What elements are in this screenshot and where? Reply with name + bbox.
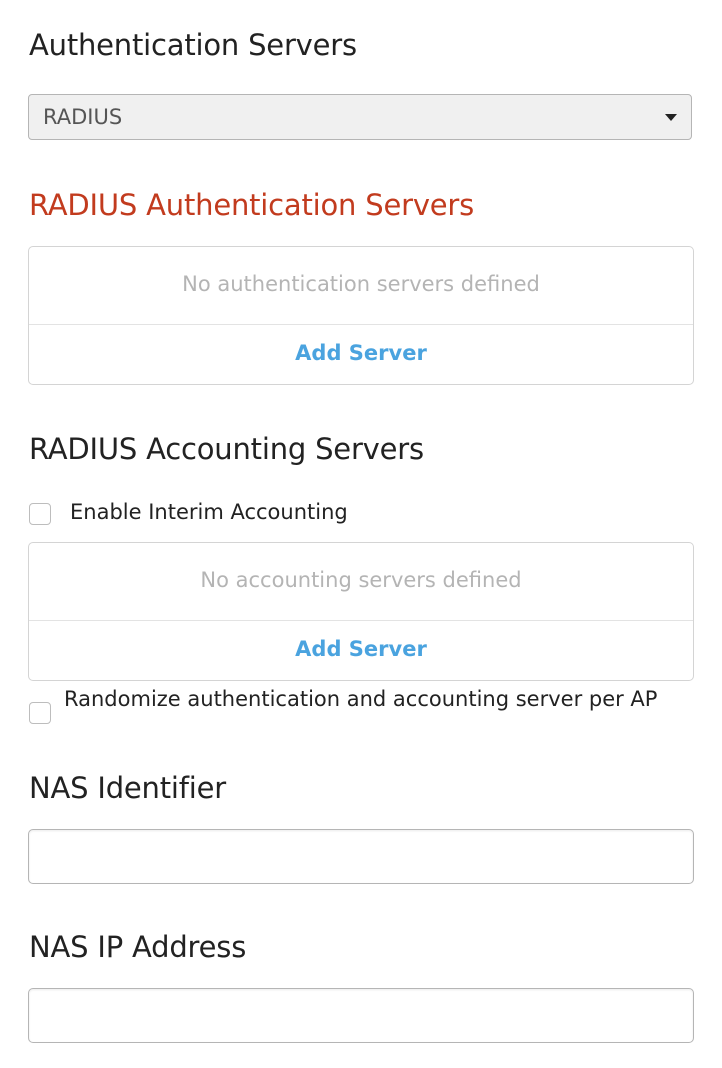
- radius-authentication-servers-heading: RADIUS Authentication Servers: [29, 188, 475, 222]
- randomize-server-checkbox[interactable]: [29, 702, 51, 724]
- randomize-server-label: Randomize authentication and accounting …: [64, 687, 658, 711]
- accounting-servers-empty-message: No accounting servers defined: [200, 568, 522, 592]
- radius-accounting-servers-heading: RADIUS Accounting Servers: [29, 432, 424, 466]
- nas-ip-address-input[interactable]: [28, 988, 694, 1043]
- radius-accounting-server-list: No accounting servers defined Add Server: [28, 542, 694, 681]
- radius-auth-server-list: No authentication servers defined Add Se…: [28, 246, 694, 385]
- nas-identifier-input[interactable]: [28, 829, 694, 884]
- enable-interim-accounting-checkbox[interactable]: [29, 503, 51, 525]
- auth-servers-empty-message: No authentication servers defined: [182, 272, 540, 296]
- divider: [29, 324, 693, 325]
- caret-down-icon: [665, 114, 677, 121]
- enable-interim-accounting-label: Enable Interim Accounting: [70, 500, 348, 524]
- nas-identifier-heading: NAS Identifier: [29, 771, 226, 805]
- auth-server-type-select[interactable]: RADIUS: [28, 94, 692, 140]
- add-accounting-server-link[interactable]: Add Server: [29, 639, 693, 660]
- auth-server-type-value: RADIUS: [43, 105, 123, 129]
- nas-ip-address-heading: NAS IP Address: [29, 930, 247, 964]
- add-auth-server-link[interactable]: Add Server: [29, 343, 693, 364]
- authentication-servers-heading: Authentication Servers: [29, 28, 357, 62]
- divider: [29, 620, 693, 621]
